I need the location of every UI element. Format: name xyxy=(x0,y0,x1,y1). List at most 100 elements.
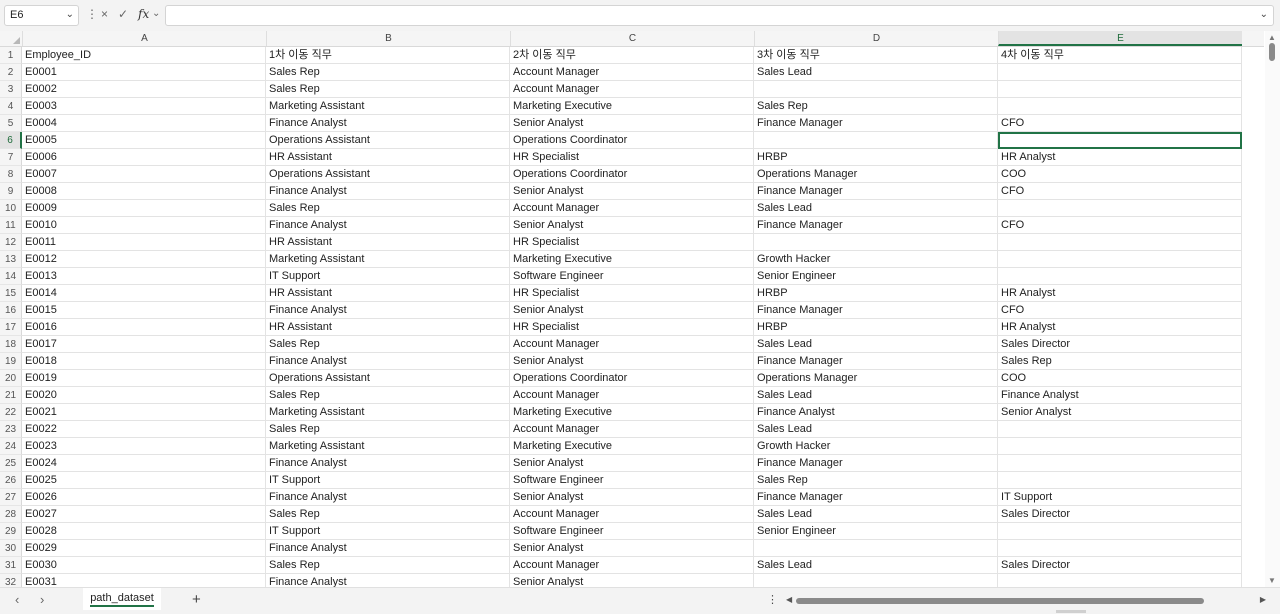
cell[interactable]: E0027 xyxy=(22,506,266,523)
row-header[interactable]: 23 xyxy=(0,421,22,438)
cell[interactable] xyxy=(998,523,1242,540)
scroll-left-icon[interactable]: ◀ xyxy=(786,595,792,604)
cell[interactable]: Sales Lead xyxy=(754,336,998,353)
cell[interactable]: Sales Rep xyxy=(266,506,510,523)
cell[interactable]: Marketing Assistant xyxy=(266,98,510,115)
add-sheet-icon[interactable]: + xyxy=(192,591,201,608)
cell[interactable]: 4차 이동 직무 xyxy=(998,47,1242,64)
cell[interactable]: Operations Coordinator xyxy=(510,370,754,387)
cell[interactable]: E0018 xyxy=(22,353,266,370)
row-header[interactable]: 17 xyxy=(0,319,22,336)
cell[interactable]: E0031 xyxy=(22,574,266,587)
select-all-corner[interactable] xyxy=(0,31,22,46)
scrollbar-thumb[interactable] xyxy=(796,598,1204,604)
cell[interactable]: HR Specialist xyxy=(510,319,754,336)
row-header[interactable]: 12 xyxy=(0,234,22,251)
cell[interactable]: Finance Manager xyxy=(754,489,998,506)
row-header[interactable]: 7 xyxy=(0,149,22,166)
cell[interactable]: E0013 xyxy=(22,268,266,285)
cell[interactable]: Account Manager xyxy=(510,200,754,217)
column-header-c[interactable]: C xyxy=(510,31,754,46)
cell[interactable]: Sales Rep xyxy=(266,387,510,404)
row-header[interactable]: 10 xyxy=(0,200,22,217)
cell[interactable]: E0008 xyxy=(22,183,266,200)
cell[interactable]: E0028 xyxy=(22,523,266,540)
chevron-down-icon[interactable]: ⌄ xyxy=(152,7,160,21)
cell[interactable]: Senior Analyst xyxy=(510,540,754,557)
scroll-up-icon[interactable]: ▲ xyxy=(1268,33,1276,42)
row-header[interactable]: 22 xyxy=(0,404,22,421)
cell[interactable]: Finance Manager xyxy=(754,353,998,370)
cell[interactable]: IT Support xyxy=(998,489,1242,506)
cell[interactable]: Finance Analyst xyxy=(266,353,510,370)
column-header-a[interactable]: A xyxy=(22,31,266,46)
more-vertical-icon[interactable]: ⋮ xyxy=(86,7,98,21)
cell[interactable] xyxy=(754,574,998,587)
cell[interactable]: Senior Analyst xyxy=(510,183,754,200)
row-header[interactable]: 6 xyxy=(0,132,22,149)
cell[interactable]: Senior Analyst xyxy=(510,489,754,506)
cell[interactable]: E0007 xyxy=(22,166,266,183)
cell[interactable] xyxy=(754,234,998,251)
cell[interactable]: HRBP xyxy=(754,149,998,166)
cell[interactable]: Marketing Executive xyxy=(510,404,754,421)
cell[interactable] xyxy=(998,234,1242,251)
cell[interactable]: E0011 xyxy=(22,234,266,251)
vertical-scrollbar[interactable]: ▲ ▼ xyxy=(1265,31,1280,587)
cell[interactable]: E0021 xyxy=(22,404,266,421)
cell[interactable]: Finance Manager xyxy=(754,115,998,132)
cell[interactable]: E0020 xyxy=(22,387,266,404)
expand-formula-icon[interactable]: ⌄ xyxy=(1260,9,1268,20)
cell[interactable]: 1차 이동 직무 xyxy=(266,47,510,64)
row-header[interactable]: 32 xyxy=(0,574,22,587)
row-header[interactable]: 18 xyxy=(0,336,22,353)
row-header[interactable]: 5 xyxy=(0,115,22,132)
cell[interactable]: Sales Lead xyxy=(754,421,998,438)
cell[interactable]: Sales Rep xyxy=(754,472,998,489)
cell[interactable]: HR Assistant xyxy=(266,234,510,251)
cell[interactable]: E0005 xyxy=(22,132,266,149)
cell[interactable]: Senior Engineer xyxy=(754,523,998,540)
row-header[interactable]: 15 xyxy=(0,285,22,302)
cell[interactable]: IT Support xyxy=(266,268,510,285)
row-header[interactable]: 21 xyxy=(0,387,22,404)
cell[interactable]: Marketing Assistant xyxy=(266,404,510,421)
cell[interactable]: 3차 이동 직무 xyxy=(754,47,998,64)
row-header[interactable]: 30 xyxy=(0,540,22,557)
cell[interactable]: Senior Engineer xyxy=(754,268,998,285)
cell[interactable]: Operations Coordinator xyxy=(510,166,754,183)
cell[interactable]: E0029 xyxy=(22,540,266,557)
cell[interactable]: Operations Assistant xyxy=(266,370,510,387)
horizontal-scrollbar[interactable]: ◀ ▶ xyxy=(786,595,1266,606)
cell[interactable]: Employee_ID xyxy=(22,47,266,64)
cell[interactable] xyxy=(998,251,1242,268)
cell[interactable] xyxy=(754,132,998,149)
cell[interactable] xyxy=(998,455,1242,472)
more-options-icon[interactable]: ⋮ xyxy=(767,593,778,606)
cell[interactable]: Software Engineer xyxy=(510,523,754,540)
cell[interactable]: HRBP xyxy=(754,285,998,302)
cell[interactable]: Sales Director xyxy=(998,557,1242,574)
chevron-down-icon[interactable]: ⌄ xyxy=(66,9,74,20)
cell[interactable]: Sales Rep xyxy=(266,336,510,353)
cell[interactable]: E0026 xyxy=(22,489,266,506)
spreadsheet-grid[interactable]: 1 Employee_ID 1차 이동 직무 2차 이동 직무 3차 이동 직무 4차 이… xyxy=(0,47,1264,587)
cell[interactable]: HR Specialist xyxy=(510,234,754,251)
cell[interactable]: Senior Analyst xyxy=(510,115,754,132)
cell[interactable]: Sales Lead xyxy=(754,200,998,217)
prev-sheet-icon[interactable]: ‹ xyxy=(15,592,19,607)
cell[interactable]: Marketing Executive xyxy=(510,98,754,115)
cell[interactable]: HR Specialist xyxy=(510,285,754,302)
row-header[interactable]: 1 xyxy=(0,47,22,64)
cell[interactable]: Marketing Assistant xyxy=(266,438,510,455)
cell[interactable]: E0022 xyxy=(22,421,266,438)
cell[interactable]: Growth Hacker xyxy=(754,251,998,268)
cell[interactable]: E0003 xyxy=(22,98,266,115)
cell[interactable]: Senior Analyst xyxy=(510,302,754,319)
cell[interactable]: Sales Lead xyxy=(754,506,998,523)
cell[interactable]: Software Engineer xyxy=(510,268,754,285)
selected-cell[interactable] xyxy=(998,132,1242,149)
cell[interactable]: Senior Analyst xyxy=(510,574,754,587)
cell[interactable]: Finance Analyst xyxy=(266,115,510,132)
resize-handle[interactable] xyxy=(1056,610,1086,613)
